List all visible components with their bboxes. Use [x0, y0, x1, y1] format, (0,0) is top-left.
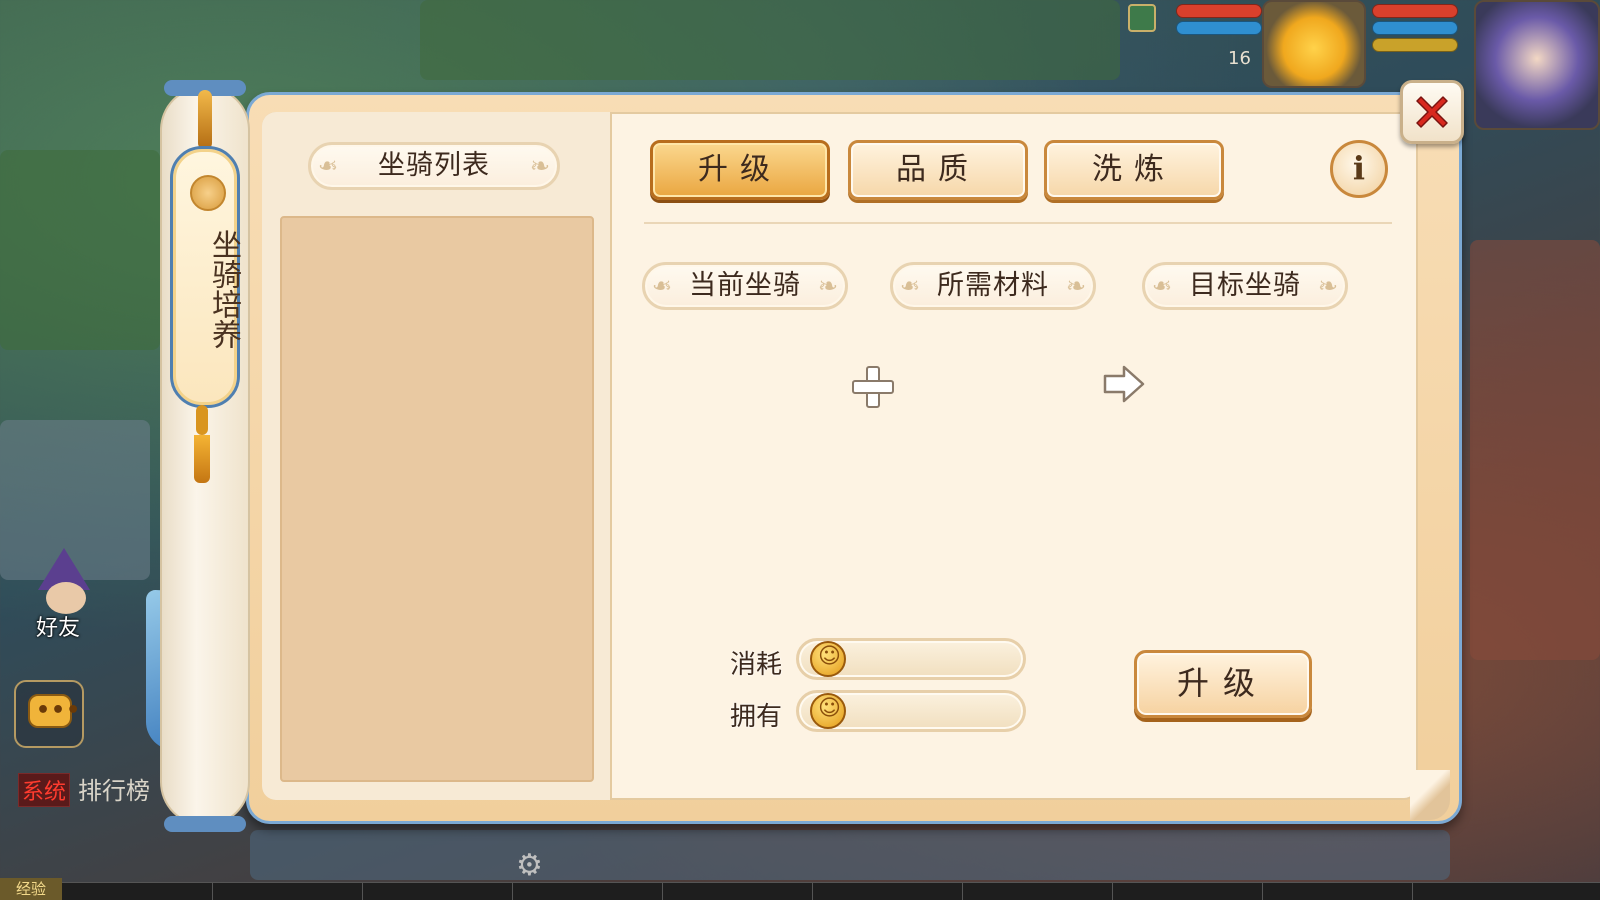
hud-buff-icon[interactable]: [1128, 4, 1156, 32]
chat-icon: •••: [28, 694, 80, 728]
scene-garden-left: [0, 150, 160, 350]
mount-list[interactable]: [280, 216, 594, 782]
scene-roof-bottom: [250, 830, 1450, 880]
arrow-right-icon: [1103, 365, 1145, 403]
close-icon: [1416, 96, 1448, 128]
chat-dots-icon: •••: [36, 698, 82, 723]
materials-title-text: 所需材料: [937, 270, 1049, 301]
tab-upgrade[interactable]: 升级: [650, 140, 830, 200]
player-portrait[interactable]: [1474, 0, 1600, 130]
current-mount-title-text: 当前坐骑: [689, 270, 801, 301]
info-icon[interactable]: i: [1330, 140, 1388, 198]
player-hp-bar: [1372, 4, 1458, 18]
exp-progress-bar: [62, 882, 1600, 900]
player-mp-bar: [1372, 21, 1458, 35]
pet-hp-bar: [1176, 4, 1262, 18]
pet-mp-bar: [1176, 21, 1262, 35]
scene-house-right: [1470, 240, 1600, 660]
materials-title: 所需材料: [890, 262, 1096, 310]
pet-portrait[interactable]: [1262, 0, 1366, 88]
tab-refine[interactable]: 洗炼: [1044, 140, 1224, 200]
current-mount-title: 当前坐骑: [642, 262, 848, 310]
plus-icon: [852, 366, 894, 408]
target-mount-title: 目标坐骑: [1142, 262, 1348, 310]
target-mount-title-text: 目标坐骑: [1189, 270, 1301, 301]
side-tab-label: 坐骑培养: [206, 229, 241, 349]
consume-label: 消耗: [730, 650, 783, 680]
friend-label: 好友: [36, 616, 81, 641]
chat-button[interactable]: •••: [14, 680, 84, 748]
side-tab-mount-training[interactable]: 坐骑培养: [170, 146, 241, 408]
mount-list-title: 坐骑列表: [308, 142, 560, 190]
exp-label: 经验: [0, 878, 62, 900]
scene-tree-top: [420, 0, 1120, 80]
player-level: 16: [1228, 48, 1251, 69]
player-status-bars: [1372, 4, 1458, 52]
close-button[interactable]: [1400, 80, 1464, 144]
mount-list-title-text: 坐骑列表: [378, 150, 490, 181]
tab-quality[interactable]: 品质: [848, 140, 1028, 200]
friend-button[interactable]: 好友: [20, 548, 104, 641]
swirl-icon: [190, 175, 226, 211]
scroll-rod-cap-bottom: [164, 816, 246, 832]
gear-icon: ⚙: [516, 848, 543, 883]
tassel-decoration: [194, 405, 210, 483]
upgrade-button[interactable]: 升级: [1134, 650, 1312, 718]
ranking-link[interactable]: 排行榜: [78, 771, 150, 806]
page-curl-decoration: [1410, 770, 1450, 820]
tab-divider: [644, 222, 1392, 224]
pet-status-bars: [1176, 4, 1262, 50]
hanging-ornament: [198, 90, 212, 150]
coin-icon: [810, 641, 846, 677]
system-channel-tag: 系统: [18, 773, 71, 807]
player-exp-bar: [1372, 38, 1458, 52]
own-label: 拥有: [730, 702, 783, 732]
coin-icon: [810, 693, 846, 729]
